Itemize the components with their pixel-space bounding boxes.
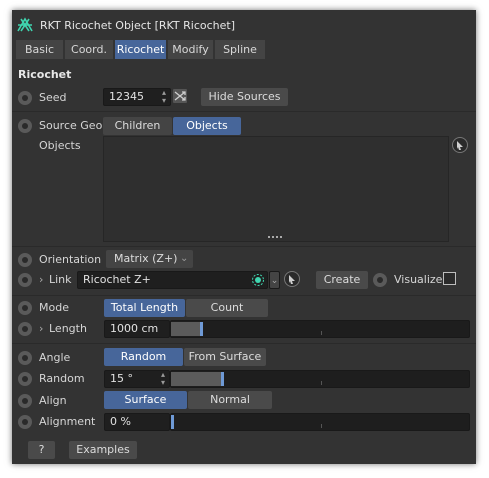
link-target-icon[interactable] — [251, 273, 265, 287]
link-keyframe-icon[interactable] — [18, 273, 32, 287]
source-geo-children-button[interactable]: Children — [103, 117, 172, 135]
resize-grip-icon[interactable] — [268, 236, 282, 240]
mode-label: Mode — [39, 301, 69, 314]
tab-coord[interactable]: Coord. — [65, 40, 113, 59]
create-button[interactable]: Create — [316, 271, 368, 289]
align-normal-button[interactable]: Normal — [188, 391, 272, 409]
slider-tick — [321, 381, 322, 385]
angle-keyframe-icon[interactable] — [18, 351, 32, 365]
orientation-label: Orientation — [39, 253, 102, 266]
orientation-value: Matrix (Z+) — [114, 252, 178, 265]
seed-input[interactable]: 12345 ▴ ▾ — [103, 88, 171, 106]
source-geo-label: Source Geo — [39, 119, 103, 132]
section-title: Ricochet — [18, 68, 72, 81]
length-label: Length — [49, 322, 87, 335]
alignment-keyframe-icon[interactable] — [18, 415, 32, 429]
tab-modify[interactable]: Modify — [168, 40, 213, 59]
align-label: Align — [39, 394, 67, 407]
length-value: 1000 cm — [110, 322, 159, 335]
random-value: 15 ° — [110, 372, 133, 385]
attribute-panel: RKT Ricochet Object [RKT Ricochet] Basic… — [12, 10, 476, 464]
link-input[interactable]: Ricochet Z+ — [77, 271, 268, 289]
divider — [12, 343, 476, 344]
random-label: Random — [39, 372, 85, 385]
alignment-value: 0 % — [110, 415, 131, 428]
alignment-slider[interactable] — [170, 413, 470, 431]
examples-button[interactable]: Examples — [69, 441, 137, 459]
seed-value: 12345 — [109, 90, 144, 103]
visualize-keyframe-icon[interactable] — [373, 273, 387, 287]
link-label: Link — [49, 273, 72, 286]
tab-spline[interactable]: Spline — [215, 40, 265, 59]
hide-sources-button[interactable]: Hide Sources — [201, 88, 288, 106]
alignment-input[interactable]: 0 % — [104, 413, 170, 431]
randomize-seed-icon[interactable] — [173, 89, 187, 103]
slider-tick — [321, 424, 322, 428]
length-input[interactable]: 1000 cm — [104, 320, 170, 338]
length-keyframe-icon[interactable] — [18, 322, 32, 336]
mode-total-length-button[interactable]: Total Length — [104, 299, 185, 317]
mode-count-button[interactable]: Count — [186, 299, 268, 317]
divider — [12, 111, 476, 112]
angle-label: Angle — [39, 351, 71, 364]
alignment-label: Alignment — [39, 415, 96, 428]
chevron-down-icon: ⌄ — [180, 253, 189, 264]
help-button[interactable]: ? — [28, 441, 55, 459]
orientation-keyframe-icon[interactable] — [18, 253, 32, 267]
visualize-checkbox[interactable] — [443, 272, 456, 285]
ricochet-logo-icon — [16, 16, 34, 34]
random-keyframe-icon[interactable] — [18, 372, 32, 386]
align-surface-button[interactable]: Surface — [104, 391, 187, 409]
link-dropdown-button[interactable]: ⌄ — [269, 271, 280, 289]
slider-handle[interactable] — [221, 372, 224, 386]
link-pick-icon[interactable] — [284, 271, 300, 287]
chevron-right-icon[interactable]: › — [39, 322, 43, 336]
slider-handle[interactable] — [200, 322, 203, 336]
tab-basic[interactable]: Basic — [16, 40, 63, 59]
chevron-down-icon: ⌄ — [270, 276, 279, 286]
divider — [12, 295, 476, 296]
random-slider[interactable] — [170, 370, 470, 388]
source-geo-keyframe-icon[interactable] — [18, 119, 32, 133]
source-geo-objects-button[interactable]: Objects — [173, 117, 241, 135]
slider-handle[interactable] — [171, 415, 174, 429]
seed-keyframe-icon[interactable] — [18, 91, 32, 105]
slider-fill — [171, 322, 201, 336]
objects-list[interactable] — [103, 136, 449, 242]
objects-list-label: Objects — [39, 139, 81, 152]
divider — [12, 246, 476, 247]
stepper-arrows-icon[interactable]: ▴ ▾ — [162, 89, 166, 105]
length-slider[interactable] — [170, 320, 470, 338]
angle-random-button[interactable]: Random — [104, 348, 183, 366]
seed-label: Seed — [39, 91, 67, 104]
tab-ricochet[interactable]: Ricochet — [115, 40, 166, 59]
window-title: RKT Ricochet Object [RKT Ricochet] — [40, 19, 235, 32]
chevron-right-icon[interactable]: › — [39, 273, 43, 287]
slider-fill — [171, 372, 222, 386]
stepper-arrows-icon[interactable]: ▴ ▾ — [161, 371, 165, 387]
angle-from-surface-button[interactable]: From Surface — [184, 348, 266, 366]
link-value: Ricochet Z+ — [83, 273, 151, 286]
visualize-label: Visualize — [394, 273, 443, 286]
slider-tick — [321, 331, 322, 335]
align-keyframe-icon[interactable] — [18, 394, 32, 408]
orientation-dropdown[interactable]: Matrix (Z+) ⌄ — [106, 250, 193, 268]
mode-keyframe-icon[interactable] — [18, 301, 32, 315]
random-input[interactable]: 15 ° ▴ ▾ — [104, 370, 170, 388]
pick-object-icon[interactable] — [452, 137, 468, 153]
